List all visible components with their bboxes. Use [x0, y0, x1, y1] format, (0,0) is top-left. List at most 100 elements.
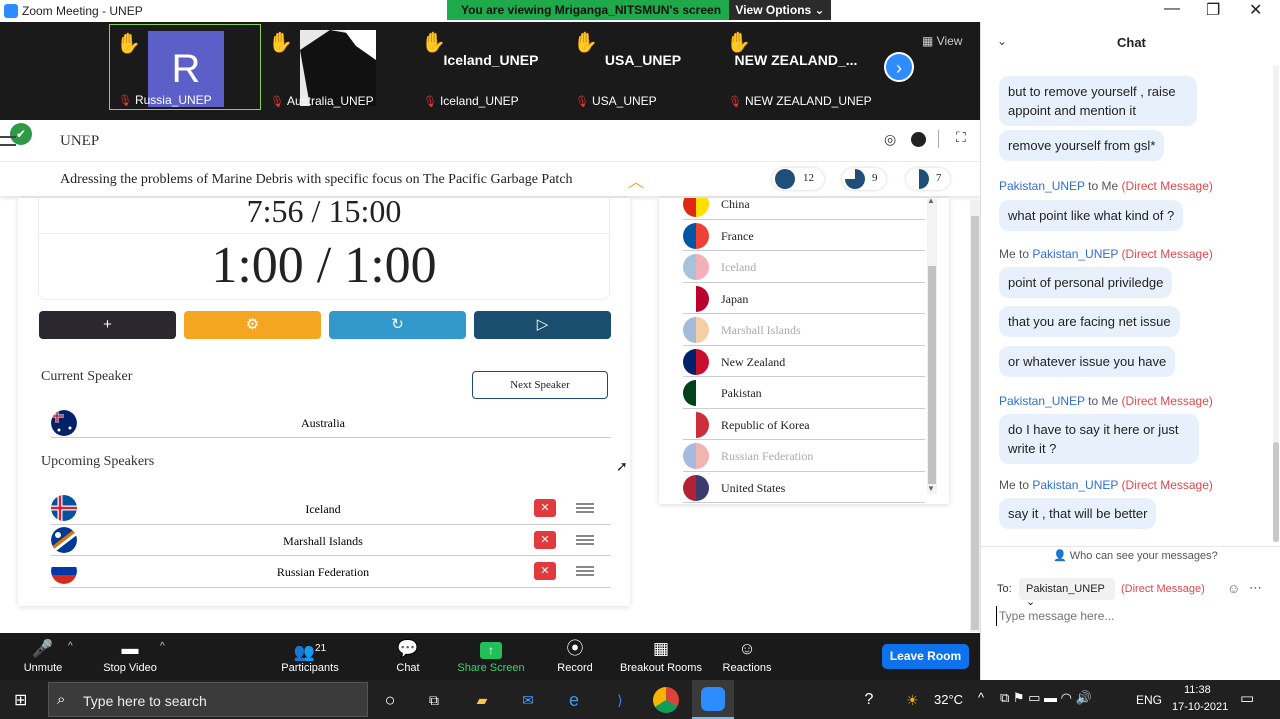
chat-button[interactable]: 💬 Chat [390, 633, 426, 680]
privacy-link[interactable]: 👤 Who can see your messages? [1053, 549, 1218, 562]
country-row[interactable]: Iceland [683, 251, 925, 283]
muted-mic-icon: 🎙 [118, 95, 132, 107]
scrollbar-thumb[interactable] [928, 266, 936, 484]
chat-messages: but to remove yourself , raise appoint a… [981, 62, 1280, 546]
file-explorer-icon[interactable]: ▰ [469, 687, 495, 713]
menu-icon[interactable] [0, 136, 16, 146]
more-icon[interactable]: ⋯ [1249, 580, 1262, 596]
flag-icon [683, 474, 709, 501]
scroll-down-icon[interactable]: ▼ [927, 484, 935, 493]
emoji-icon[interactable]: ☺ [1227, 581, 1240, 596]
scrollbar[interactable]: ▲ ▼ [927, 198, 937, 494]
record-button[interactable]: ⦿ Record [554, 633, 596, 680]
edge-icon[interactable]: e [561, 687, 587, 713]
drag-handle-icon[interactable] [576, 503, 594, 513]
remove-speaker-button[interactable]: ✕ [534, 530, 556, 549]
add-button[interactable]: + [39, 311, 176, 339]
instagram-icon[interactable]: ◎ [884, 132, 896, 149]
flag-icon [683, 222, 709, 249]
chat-message: but to remove yourself , raise appoint a… [999, 76, 1197, 126]
spotify-icon[interactable] [911, 132, 926, 147]
participant-tile-usa[interactable]: ✋ USA_UNEP 🎙 USA_UNEP [567, 24, 719, 110]
zoom-taskbar-button[interactable] [692, 680, 734, 719]
country-row[interactable]: Russian Federation [683, 440, 925, 472]
caret-up-icon[interactable]: ^ [68, 641, 73, 652]
breakout-rooms-icon: ▦ [652, 639, 670, 658]
upcoming-speaker-row[interactable]: Russian Federation ✕ [51, 556, 611, 588]
view-options-button[interactable]: View Options ⌄ [729, 0, 831, 20]
chat-bubble-icon: 💬 [397, 639, 419, 658]
minimize-button[interactable]: — [1164, 0, 1180, 18]
breakout-rooms-button[interactable]: ▦ Breakout Rooms [618, 633, 704, 680]
participants-button[interactable]: 👥21 Participants [278, 633, 342, 680]
help-icon[interactable]: ? [856, 687, 882, 713]
country-row[interactable]: China [683, 198, 925, 220]
page-title: UNEP [60, 133, 100, 149]
task-view-icon[interactable]: ⧉ [421, 687, 447, 713]
weather-temp[interactable]: 32°C [934, 692, 963, 707]
divider [938, 130, 939, 148]
chat-scrollbar[interactable] [1273, 66, 1279, 542]
recipient-select[interactable]: Pakistan_UNEP ⌄ [1019, 578, 1115, 608]
caret-up-icon[interactable]: ^ [160, 641, 165, 652]
chat-message-input[interactable] [996, 606, 1266, 626]
stop-video-button[interactable]: ▬ Stop Video [98, 633, 162, 680]
reset-button[interactable]: ↻ [329, 311, 466, 339]
participant-tile-new-zealand[interactable]: ✋ NEW ZEALAND_... 🎙 NEW ZEALAND_UNEP [720, 24, 872, 110]
windows-start-icon[interactable]: ⊞ [14, 690, 27, 710]
country-row[interactable]: Marshall Islands [683, 314, 925, 346]
country-row[interactable]: Japan [683, 283, 925, 314]
country-row[interactable]: Republic of Korea [683, 409, 925, 440]
country-row[interactable]: Pakistan [683, 377, 925, 409]
scrollbar-thumb[interactable] [971, 216, 979, 630]
tray-icons[interactable]: ⧉ ⚑ ▭ ▬ ◠ 🔊 [1000, 690, 1092, 706]
scroll-up-icon[interactable]: ▲ [927, 198, 935, 205]
participant-tile-iceland[interactable]: ✋ Iceland_UNEP 🎙 Iceland_UNEP [415, 24, 567, 110]
participant-tile-australia[interactable]: ✋ 🎙 Australia_UNEP [262, 24, 414, 110]
cortana-icon[interactable]: ○ [377, 687, 403, 713]
upcoming-speaker-row[interactable]: Marshall Islands ✕ [51, 525, 611, 556]
country-row[interactable]: New Zealand [683, 346, 925, 377]
notifications-icon[interactable]: ▭ [1240, 689, 1254, 707]
tray-caret-icon[interactable]: ^ [978, 690, 984, 705]
play-button[interactable]: ▷ [474, 311, 611, 339]
country-row[interactable]: France [683, 220, 925, 251]
gear-icon: ⚙ [245, 316, 260, 333]
chevron-down-icon[interactable]: ⌄ [997, 34, 1007, 48]
mouse-cursor-icon: ➚ [616, 458, 628, 474]
chevron-up-icon[interactable]: ︿ [628, 168, 644, 192]
fullscreen-icon[interactable]: ⛶ [956, 131, 966, 147]
participant-name: 🎙 USA_UNEP [575, 94, 657, 108]
leave-room-button[interactable]: Leave Room [882, 644, 969, 669]
scrollbar-thumb[interactable] [1273, 442, 1279, 542]
reactions-button[interactable]: ☺ Reactions [720, 633, 774, 680]
flag-icon [683, 285, 709, 312]
next-page-arrow-icon[interactable]: › [884, 52, 914, 82]
country-row[interactable]: United States [683, 472, 925, 503]
next-speaker-button[interactable]: Next Speaker [472, 371, 608, 399]
mail-icon[interactable]: ✉ [515, 687, 541, 713]
country-name: China [721, 198, 750, 211]
view-button[interactable]: ▦ View [922, 34, 962, 48]
shared-screen-scrollbar[interactable] [970, 200, 980, 632]
taskbar-search[interactable]: ⌕ Type here to search [48, 682, 368, 717]
chrome-icon[interactable] [653, 687, 679, 713]
participant-display-name: Iceland_UNEP [443, 52, 539, 68]
close-button[interactable]: ✕ [1249, 0, 1262, 20]
flag-icon [683, 348, 709, 375]
muted-mic-icon: 🎙 [423, 96, 437, 108]
share-screen-button[interactable]: ↑ Share Screen [456, 633, 526, 680]
clock-date[interactable]: 17-10-2021 [1172, 701, 1228, 713]
remove-speaker-button[interactable]: ✕ [534, 562, 556, 580]
participant-tile-russia[interactable]: R ✋ 🎙 Russia_UNEP [109, 24, 261, 110]
vscode-icon[interactable]: ⟩ [607, 687, 633, 713]
clock-time[interactable]: 11:38 [1184, 684, 1211, 696]
upcoming-speaker-row[interactable]: Iceland ✕ [51, 493, 611, 525]
settings-button[interactable]: ⚙ [184, 311, 321, 339]
language-indicator[interactable]: ENG [1136, 693, 1162, 707]
remove-speaker-button[interactable]: ✕ [534, 499, 556, 517]
unmute-button[interactable]: 🎤 Unmute [14, 633, 72, 680]
drag-handle-icon[interactable] [576, 534, 594, 545]
maximize-button[interactable]: ❐ [1206, 0, 1220, 20]
drag-handle-icon[interactable] [576, 566, 594, 576]
